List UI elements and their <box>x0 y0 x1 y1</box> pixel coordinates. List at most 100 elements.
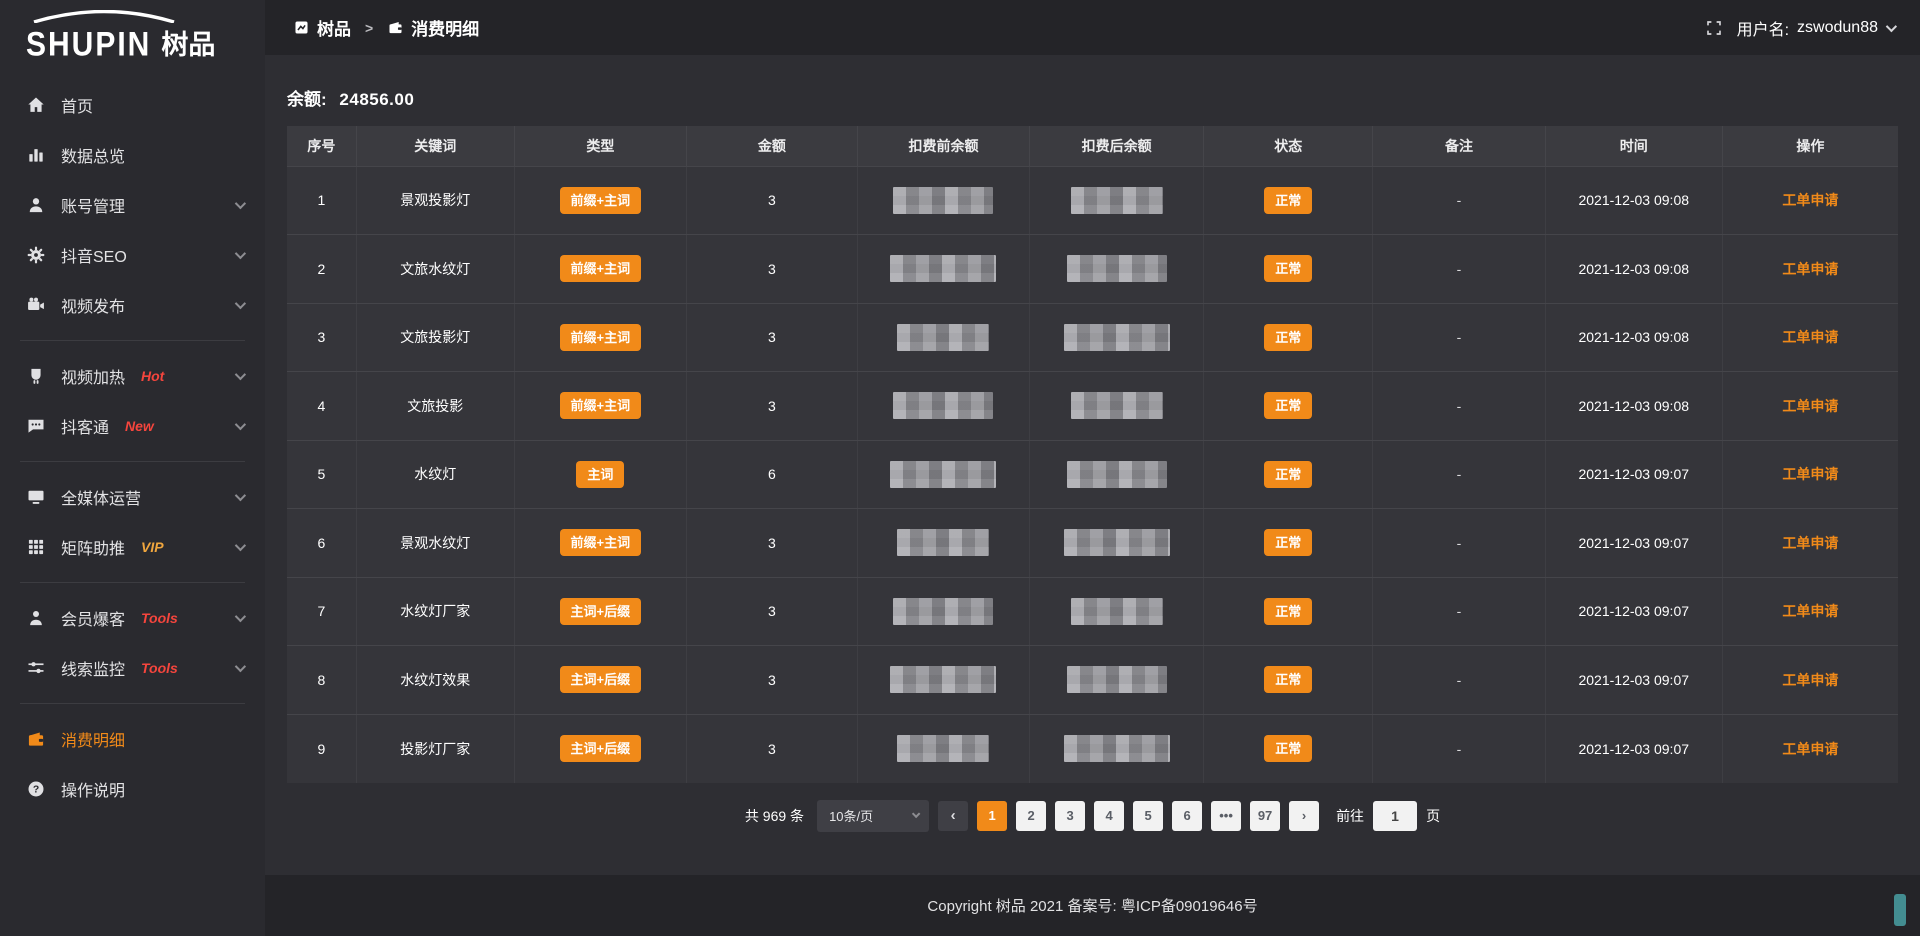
cell-time: 2021-12-03 09:08 <box>1545 303 1722 372</box>
balance-label: 余额: <box>287 90 327 109</box>
page-button-5[interactable]: 5 <box>1133 801 1163 831</box>
cell-time: 2021-12-03 09:07 <box>1545 440 1722 509</box>
sidebar-item-lead-monitor[interactable]: 线索监控 Tools <box>0 643 265 693</box>
breadcrumb: 树品 > 消费明细 <box>293 15 479 40</box>
table-row: 7 水纹灯厂家 主词+后缀 3 正常 - 2021-12-03 09:07 工单… <box>287 577 1898 646</box>
page-size-select[interactable]: 10条/页 <box>817 800 929 832</box>
logo-text-en: SHUPIN <box>26 25 151 64</box>
cell-no: 9 <box>287 714 356 783</box>
chevron-down-icon <box>235 369 246 380</box>
cell-action: 工单申请 <box>1722 235 1898 304</box>
ticket-apply-link[interactable]: 工单申请 <box>1782 192 1838 208</box>
chevron-down-icon <box>1886 20 1897 31</box>
cell-amount: 3 <box>687 714 858 783</box>
member-icon <box>26 608 46 628</box>
prev-page-button[interactable]: ‹ <box>938 801 968 831</box>
sidebar-item-instructions[interactable]: ? 操作说明 <box>0 764 265 814</box>
sidebar-item-label: 线索监控 <box>61 656 125 680</box>
sidebar-item-account[interactable]: 账号管理 <box>0 180 265 230</box>
masked-balance <box>893 187 993 214</box>
sidebar-item-member-boom[interactable]: 会员爆客 Tools <box>0 593 265 643</box>
ticket-apply-link[interactable]: 工单申请 <box>1782 741 1838 757</box>
sidebar-item-matrix-boost[interactable]: 矩阵助推 VIP <box>0 522 265 572</box>
goto-label: 前往 <box>1336 806 1364 826</box>
col-header-remark: 备注 <box>1373 126 1545 166</box>
grid-icon <box>26 537 46 557</box>
content-column: 树品 > 消费明细 用户名: zswodun88 余额: 2 <box>265 0 1920 936</box>
type-badge: 前缀+主词 <box>560 324 642 351</box>
ticket-apply-link[interactable]: 工单申请 <box>1782 535 1838 551</box>
balance-value: 24856.00 <box>339 90 414 109</box>
col-header-action: 操作 <box>1722 126 1898 166</box>
status-badge: 正常 <box>1264 255 1312 282</box>
floating-widget[interactable] <box>1894 894 1906 926</box>
cell-pre-balance <box>857 372 1029 441</box>
ticket-apply-link[interactable]: 工单申请 <box>1782 261 1838 277</box>
ticket-apply-link[interactable]: 工单申请 <box>1782 466 1838 482</box>
ticket-apply-link[interactable]: 工单申请 <box>1782 672 1838 688</box>
sidebar-item-douyin-seo[interactable]: 抖音SEO <box>0 230 265 280</box>
status-badge: 正常 <box>1264 324 1312 351</box>
ticket-apply-link[interactable]: 工单申请 <box>1782 398 1838 414</box>
goto-unit: 页 <box>1426 806 1440 826</box>
cell-time: 2021-12-03 09:08 <box>1545 166 1722 235</box>
sidebar-item-media-ops[interactable]: 全媒体运营 <box>0 472 265 522</box>
sidebar-item-video-heat[interactable]: 视频加热 Hot <box>0 351 265 401</box>
chevron-down-icon <box>235 540 246 551</box>
cell-pre-balance <box>857 235 1029 304</box>
sidebar-item-data-overview[interactable]: 数据总览 <box>0 130 265 180</box>
ticket-apply-link[interactable]: 工单申请 <box>1782 603 1838 619</box>
cell-type: 前缀+主词 <box>514 372 686 441</box>
monitor-icon <box>26 487 46 507</box>
cell-keyword: 景观水纹灯 <box>356 509 514 578</box>
type-badge: 主词+后缀 <box>560 666 642 693</box>
user-menu[interactable]: 用户名: zswodun88 <box>1737 16 1894 40</box>
sidebar-divider <box>20 582 245 583</box>
cell-post-balance <box>1030 372 1204 441</box>
breadcrumb-item-home[interactable]: 树品 <box>293 15 351 40</box>
col-header-keyword: 关键词 <box>356 126 514 166</box>
cell-remark: - <box>1373 440 1545 509</box>
sidebar-item-consumption-detail[interactable]: 消费明细 <box>0 714 265 764</box>
cell-no: 8 <box>287 646 356 715</box>
page-ellipsis-button[interactable]: ••• <box>1211 801 1241 831</box>
svg-text:?: ? <box>33 785 39 796</box>
col-header-status: 状态 <box>1204 126 1373 166</box>
page-button-3[interactable]: 3 <box>1055 801 1085 831</box>
sidebar-item-label: 首页 <box>61 93 93 117</box>
cell-no: 7 <box>287 577 356 646</box>
cell-amount: 3 <box>687 577 858 646</box>
page-button-4[interactable]: 4 <box>1094 801 1124 831</box>
cell-pre-balance <box>857 440 1029 509</box>
cell-no: 6 <box>287 509 356 578</box>
breadcrumb-separator: > <box>365 20 373 36</box>
cell-type: 前缀+主词 <box>514 509 686 578</box>
sidebar-item-home[interactable]: 首页 <box>0 80 265 130</box>
sidebar-item-video-publish[interactable]: 视频发布 <box>0 280 265 330</box>
col-header-amount: 金额 <box>687 126 858 166</box>
cell-amount: 3 <box>687 303 858 372</box>
logo-text-cn: 树品 <box>161 23 215 62</box>
masked-balance <box>1067 255 1167 282</box>
table-row: 4 文旅投影 前缀+主词 3 正常 - 2021-12-03 09:08 工单申… <box>287 372 1898 441</box>
goto-page-input[interactable] <box>1373 801 1417 831</box>
page-button-2[interactable]: 2 <box>1016 801 1046 831</box>
sidebar-menu: 首页 数据总览 账号管理 抖音SEO 视频发布 <box>0 66 265 936</box>
breadcrumb-item-current[interactable]: 消费明细 <box>387 15 479 40</box>
ticket-apply-link[interactable]: 工单申请 <box>1782 329 1838 345</box>
page-button-97[interactable]: 97 <box>1250 801 1280 831</box>
chat-icon <box>26 416 46 436</box>
status-badge: 正常 <box>1264 529 1312 556</box>
fullscreen-icon[interactable] <box>1705 19 1723 37</box>
next-page-button[interactable]: › <box>1289 801 1319 831</box>
table-row: 2 文旅水纹灯 前缀+主词 3 正常 - 2021-12-03 09:08 工单… <box>287 235 1898 304</box>
breadcrumb-label: 树品 <box>317 15 351 40</box>
masked-balance <box>1064 735 1170 762</box>
sidebar-item-label: 抖客通 <box>61 414 109 438</box>
page-button-6[interactable]: 6 <box>1172 801 1202 831</box>
table-row: 5 水纹灯 主词 6 正常 - 2021-12-03 09:07 工单申请 <box>287 440 1898 509</box>
sidebar-divider <box>20 461 245 462</box>
cell-pre-balance <box>857 303 1029 372</box>
sidebar-item-douketong[interactable]: 抖客通 New <box>0 401 265 451</box>
page-button-1[interactable]: 1 <box>977 801 1007 831</box>
